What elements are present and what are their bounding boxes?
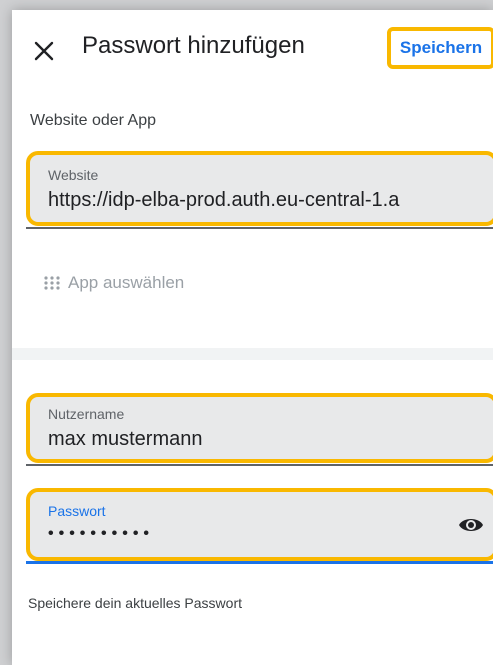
website-field-value[interactable]: https://idp-elba-prod.auth.eu-central-1.… <box>48 189 488 212</box>
username-field-value[interactable]: max mustermann <box>48 428 203 451</box>
apps-grid-icon <box>44 276 60 290</box>
password-hint: Speichere dein aktuelles Passwort <box>28 595 243 611</box>
website-field[interactable]: Website https://idp-elba-prod.auth.eu-ce… <box>26 151 493 229</box>
password-field-value[interactable]: •••••••••• <box>48 525 154 543</box>
username-field-label: Nutzername <box>48 406 125 422</box>
username-field-underline <box>26 464 493 466</box>
select-app-label: App auswählen <box>68 273 185 292</box>
page-title: Passwort hinzufügen <box>82 32 305 59</box>
eye-icon <box>459 519 483 531</box>
section-label: Website oder App <box>30 112 157 129</box>
select-app-button[interactable]: App auswählen <box>44 273 184 293</box>
section-divider <box>12 348 493 360</box>
add-password-screen: Passwort hinzufügen Speichern Website od… <box>12 10 493 665</box>
username-field[interactable]: Nutzername max mustermann <box>26 393 493 466</box>
password-field-underline <box>26 561 493 564</box>
save-button[interactable]: Speichern <box>387 27 493 69</box>
website-field-label: Website <box>48 167 99 183</box>
close-icon <box>34 41 54 61</box>
show-password-button[interactable] <box>458 515 484 535</box>
password-field[interactable]: Passwort •••••••••• <box>26 488 493 564</box>
password-field-label: Passwort <box>48 503 106 519</box>
close-button[interactable] <box>32 39 56 63</box>
website-field-underline <box>26 227 493 229</box>
